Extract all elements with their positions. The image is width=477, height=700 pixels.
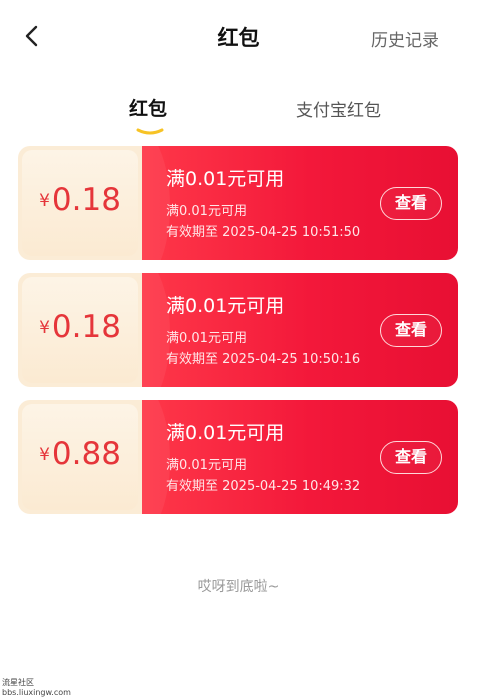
history-records-link[interactable]: 历史记录: [371, 26, 439, 51]
watermark: 流星社区 bbs.liuxingw.com: [2, 678, 71, 698]
amount-value: 0.18: [51, 309, 121, 345]
currency-symbol: ¥: [39, 318, 50, 338]
header: 红包 历史记录: [0, 0, 477, 72]
tab-bar: 红包 支付宝红包: [0, 92, 477, 136]
watermark-url: bbs.liuxingw.com: [2, 688, 71, 697]
coupon-title: 满0.01元可用: [166, 295, 285, 317]
view-button[interactable]: 查看: [380, 441, 442, 474]
coupon-condition: 满0.01元可用: [166, 331, 247, 346]
coupon-expiry: 有效期至 2025-04-25 10:49:32: [166, 479, 361, 494]
coupon-card[interactable]: ¥0.18 满0.01元可用 满0.01元可用 有效期至 2025-04-25 …: [18, 146, 458, 260]
watermark-line: 流星社区: [2, 678, 34, 687]
active-tab-indicator: [136, 120, 164, 135]
end-of-list-text: 哎呀到底啦~: [197, 579, 280, 595]
tab-alipay-red-packet[interactable]: 支付宝红包: [296, 96, 381, 121]
amount-value: 0.88: [51, 436, 121, 472]
coupon-expiry: 有效期至 2025-04-25 10:50:16: [166, 352, 361, 367]
view-button[interactable]: 查看: [380, 187, 442, 220]
coupon-title: 满0.01元可用: [166, 168, 285, 190]
coupon-title: 满0.01元可用: [166, 422, 285, 444]
view-button[interactable]: 查看: [380, 314, 442, 347]
coupon-amount: ¥0.88: [18, 436, 142, 472]
currency-symbol: ¥: [39, 445, 50, 465]
coupon-amount: ¥0.18: [18, 182, 142, 218]
coupon-condition: 满0.01元可用: [166, 458, 247, 473]
coupon-condition: 满0.01元可用: [166, 204, 247, 219]
tab-red-packet[interactable]: 红包: [129, 94, 167, 121]
coupon-card[interactable]: ¥0.88 满0.01元可用 满0.01元可用 有效期至 2025-04-25 …: [18, 400, 458, 514]
coupon-amount: ¥0.18: [18, 309, 142, 345]
coupon-expiry: 有效期至 2025-04-25 10:51:50: [166, 225, 361, 240]
amount-value: 0.18: [51, 182, 121, 218]
currency-symbol: ¥: [39, 191, 50, 211]
coupon-card[interactable]: ¥0.18 满0.01元可用 满0.01元可用 有效期至 2025-04-25 …: [18, 273, 458, 387]
